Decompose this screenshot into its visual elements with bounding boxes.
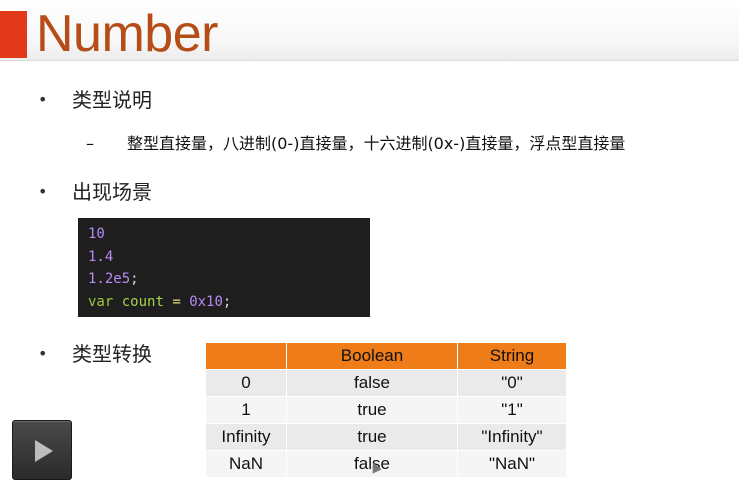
sub-item-text: 整型直接量，八进制(0-)直接量，十六进制(0x-)直接量，浮点型直接量 — [127, 134, 626, 153]
title-bar: Number — [0, 0, 739, 63]
table-header-cell: String — [457, 343, 567, 370]
section-heading-type-conversion: 类型转换 — [72, 342, 152, 366]
table-header-row: Boolean String — [206, 343, 567, 370]
bullet-marker: • — [38, 90, 48, 109]
table-cell: 1 — [206, 396, 287, 424]
code-punctuation: ; — [222, 293, 232, 310]
table-header-cell: Boolean — [286, 343, 458, 370]
code-number: 1.4 — [88, 248, 114, 265]
table-cell: false — [286, 369, 458, 397]
table-cell: "Infinity" — [457, 423, 567, 451]
sub-item-dash: – — [86, 134, 94, 153]
table-header-cell — [206, 343, 287, 370]
code-number: 10 — [88, 226, 105, 242]
table-row: 0 false "0" — [206, 369, 567, 397]
page-title: Number — [36, 5, 218, 63]
table-cell: 0 — [206, 369, 287, 397]
title-accent — [0, 11, 27, 58]
code-punctuation: ; — [130, 271, 139, 287]
table-cell: NaN — [206, 450, 287, 477]
code-line: 1.4 — [88, 246, 370, 269]
play-button[interactable] — [12, 420, 72, 480]
code-identifier: count — [121, 293, 164, 310]
table-cell: "NaN" — [457, 450, 567, 477]
table-cell: Infinity — [206, 423, 287, 451]
bullet-marker: • — [38, 182, 48, 201]
code-number: 1.2e5 — [88, 271, 131, 287]
table-cell: true — [286, 396, 458, 424]
table-cell: true — [286, 423, 458, 451]
play-icon — [35, 440, 53, 462]
code-keyword: var — [88, 293, 114, 310]
table-row: 1 true "1" — [206, 396, 567, 424]
table-cell: "1" — [457, 396, 567, 424]
code-number: 0x10 — [189, 293, 223, 310]
table-row: Infinity true "Infinity" — [206, 423, 567, 451]
code-operator: = — [172, 293, 181, 310]
code-line: var count = 0x10; — [88, 291, 370, 314]
table-cell: "0" — [457, 369, 567, 397]
section-heading-scenarios: 出现场景 — [72, 180, 152, 204]
code-line: 1.2e5; — [88, 268, 370, 291]
section-heading-type-description: 类型说明 — [72, 88, 152, 112]
table-row: NaN false "NaN" — [206, 450, 567, 477]
code-block: 10 1.4 1.2e5; var count = 0x10; — [78, 218, 370, 317]
conversion-table: Boolean String 0 false "0" 1 true "1" In… — [206, 343, 567, 477]
bullet-marker: • — [38, 344, 48, 363]
code-line: 10 — [88, 223, 370, 246]
